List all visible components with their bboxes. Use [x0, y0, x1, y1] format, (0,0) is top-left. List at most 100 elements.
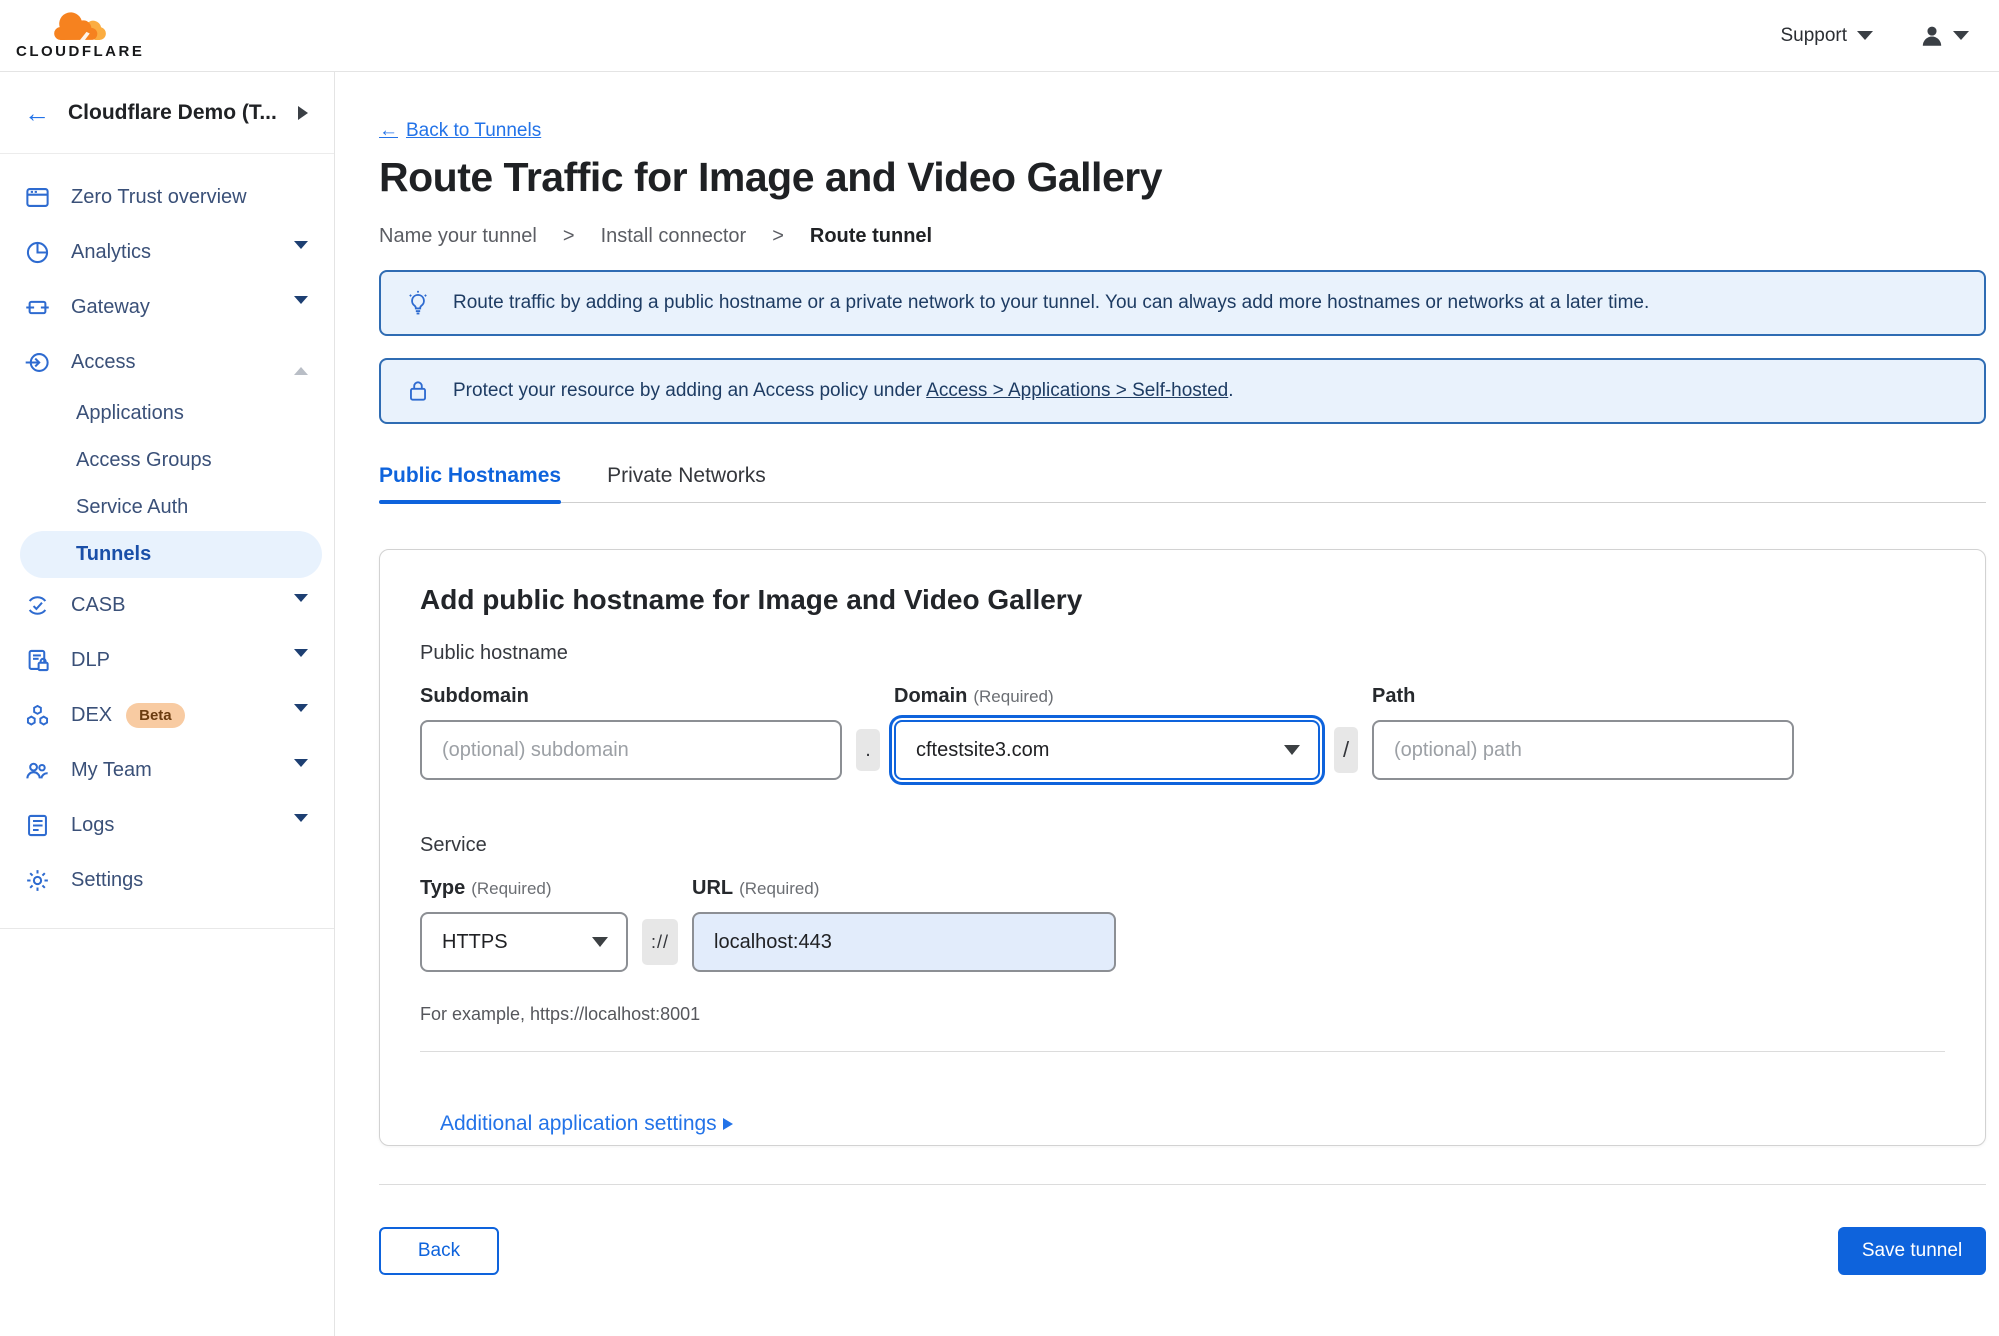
support-menu[interactable]: Support: [1780, 25, 1873, 47]
sidebar-subitem-label: Access Groups: [76, 449, 212, 471]
sidebar-item-dex[interactable]: DEX Beta: [0, 688, 334, 743]
slash-separator: /: [1334, 727, 1358, 773]
sidebar-subitem-label: Service Auth: [76, 496, 189, 518]
sidebar-item-gateway[interactable]: Gateway: [0, 280, 334, 335]
access-applications-self-hosted-link[interactable]: Access > Applications > Self-hosted: [926, 380, 1228, 401]
path-label: Path: [1372, 685, 1416, 707]
analytics-icon: [26, 241, 49, 264]
domain-selected-value: cftestsite3.com: [916, 738, 1050, 761]
required-label: (Required): [739, 879, 820, 898]
chevron-up-icon[interactable]: [294, 351, 308, 375]
main-content: ← Back to Tunnels Route Traffic for Imag…: [335, 72, 1999, 1336]
account-name: Cloudflare Demo (T...: [68, 100, 277, 124]
dot-separator: .: [856, 729, 880, 771]
dlp-icon: [28, 649, 49, 672]
breadcrumb-separator: >: [562, 225, 575, 247]
chevron-right-icon: [722, 1118, 733, 1130]
url-example-text: For example, https://localhost:8001: [420, 1004, 701, 1024]
card-heading: Add public hostname for Image and Video …: [420, 584, 1083, 615]
url-label: URL (Required): [692, 877, 820, 899]
casb-icon: [28, 596, 47, 615]
account-switcher[interactable]: ← Cloudflare Demo (T...: [0, 72, 334, 154]
sidebar-subitem-label: Applications: [76, 402, 184, 424]
domain-select[interactable]: cftestsite3.com: [894, 720, 1320, 780]
sidebar-item-zero-trust-overview[interactable]: Zero Trust overview: [0, 170, 334, 225]
gear-icon: [27, 870, 48, 891]
support-label: Support: [1780, 24, 1847, 46]
tab-private-networks[interactable]: Private Networks: [607, 464, 766, 502]
chevron-down-icon[interactable]: [294, 593, 308, 618]
footer-divider: [379, 1184, 1986, 1185]
sidebar-item-access-groups[interactable]: Access Groups: [0, 437, 334, 484]
sidebar-item-label: Settings: [71, 869, 144, 891]
chevron-down-icon[interactable]: [294, 813, 308, 838]
logs-icon: [28, 814, 47, 837]
service-section-label: Service: [420, 834, 487, 856]
chevron-down-icon[interactable]: [294, 758, 308, 783]
path-input[interactable]: [1372, 720, 1794, 780]
dex-icon: [26, 704, 49, 726]
chevron-down-icon: [592, 937, 608, 947]
chevron-down-icon[interactable]: [294, 295, 308, 320]
sidebar-item-analytics[interactable]: Analytics: [0, 225, 334, 280]
sidebar: ← Cloudflare Demo (T... Zero Trust overv…: [0, 72, 335, 1336]
back-to-tunnels-link[interactable]: ← Back to Tunnels: [379, 120, 541, 142]
sidebar-item-casb[interactable]: CASB: [0, 578, 334, 633]
back-arrow-icon[interactable]: ←: [24, 100, 50, 126]
zero-trust-dashboard: CLOUDFLARE Support ← Cloudflare Demo (T.…: [0, 0, 1999, 1336]
sidebar-item-tunnels[interactable]: Tunnels: [20, 531, 322, 578]
public-hostname-section-label: Public hostname: [420, 642, 568, 664]
service-url-input[interactable]: [692, 912, 1116, 972]
topbar-right: Support: [1780, 23, 1969, 49]
banner-text: Protect your resource by adding an Acces…: [453, 380, 1234, 401]
subdomain-label: Subdomain: [420, 685, 529, 707]
breadcrumb: Name your tunnel > Install connector > R…: [379, 225, 1986, 248]
sidebar-item-label: Gateway: [71, 296, 150, 318]
sidebar-item-logs[interactable]: Logs: [0, 798, 334, 853]
topbar: CLOUDFLARE Support: [0, 0, 1999, 72]
back-link-label: Back to Tunnels: [406, 120, 542, 141]
chevron-right-icon[interactable]: [298, 105, 308, 120]
sidebar-item-label: CASB: [71, 594, 126, 616]
access-icon: [25, 353, 49, 372]
service-type-select[interactable]: HTTPS: [420, 912, 628, 972]
lightbulb-icon: [409, 290, 427, 315]
card-divider: [420, 1051, 1945, 1052]
additional-application-settings-link[interactable]: Additional application settings: [440, 1112, 733, 1136]
sidebar-item-dlp[interactable]: DLP: [0, 633, 334, 688]
step-name-your-tunnel[interactable]: Name your tunnel: [379, 225, 537, 248]
account-menu[interactable]: [1919, 23, 1969, 49]
cloudflare-wordmark: CLOUDFLARE: [16, 42, 145, 60]
save-tunnel-button[interactable]: Save tunnel: [1838, 1227, 1986, 1275]
sidebar-item-applications[interactable]: Applications: [0, 390, 334, 437]
breadcrumb-separator: >: [772, 225, 784, 247]
tabs: Public Hostnames Private Networks: [379, 464, 1986, 504]
beta-badge: Beta: [126, 703, 185, 728]
sidebar-item-service-auth[interactable]: Service Auth: [0, 484, 334, 531]
chevron-down-icon[interactable]: [294, 703, 308, 728]
subdomain-input[interactable]: [420, 720, 842, 780]
footer-actions: Back Save tunnel: [379, 1227, 1986, 1275]
sidebar-item-access[interactable]: Access: [0, 335, 334, 390]
chevron-down-icon: [1284, 745, 1300, 755]
type-label: Type (Required): [420, 877, 552, 899]
back-arrow-icon: ←: [379, 120, 398, 141]
chevron-down-icon[interactable]: [294, 240, 308, 265]
info-banner-access-policy: Protect your resource by adding an Acces…: [379, 358, 1986, 424]
back-button[interactable]: Back: [379, 1227, 499, 1275]
tab-public-hostnames[interactable]: Public Hostnames: [379, 464, 562, 504]
sidebar-item-label: DLP: [71, 649, 110, 671]
step-route-tunnel: Route tunnel: [809, 225, 933, 247]
gateway-icon: [26, 300, 49, 315]
cloudflare-logo[interactable]: CLOUDFLARE: [16, 11, 145, 60]
cloudflare-cloud-icon: [54, 11, 107, 40]
info-banner-route-traffic: Route traffic by adding a public hostnam…: [379, 270, 1986, 336]
banner-text: Route traffic by adding a public hostnam…: [453, 292, 1650, 313]
step-install-connector[interactable]: Install connector: [601, 225, 747, 248]
sidebar-nav: Zero Trust overview Analytics Gateway Ac…: [0, 154, 334, 929]
domain-label: Domain (Required): [894, 685, 1054, 707]
sidebar-divider: [0, 928, 334, 929]
chevron-down-icon[interactable]: [294, 648, 308, 673]
sidebar-item-my-team[interactable]: My Team: [0, 743, 334, 798]
sidebar-item-settings[interactable]: Settings: [0, 853, 334, 908]
